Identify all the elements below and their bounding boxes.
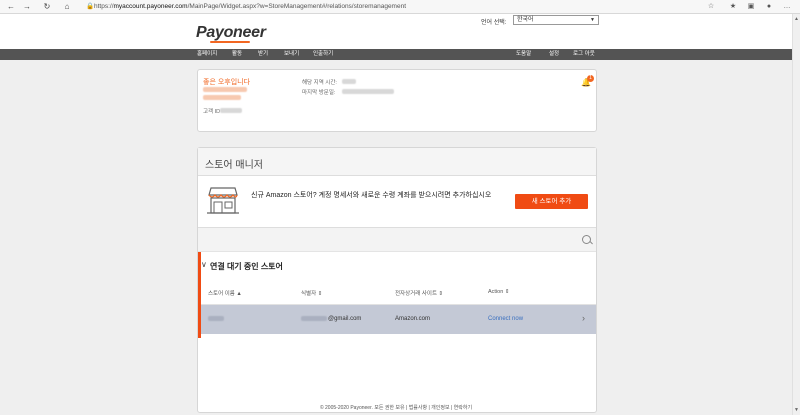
scroll-up-icon[interactable]: ▲	[794, 16, 799, 22]
nav-help[interactable]: 도움말	[516, 49, 531, 60]
favorites-icon[interactable]: ★	[728, 2, 738, 12]
home-icon[interactable]: ⌂	[62, 2, 72, 12]
identifier-redacted	[301, 316, 327, 321]
last-visit-redacted	[342, 89, 394, 94]
language-value: 한국어	[517, 17, 534, 23]
forward-icon[interactable]: →	[22, 2, 32, 12]
scroll-down-icon[interactable]: ▼	[794, 407, 799, 413]
greeting: 좋은 오후입니다	[203, 79, 251, 86]
logo-swoosh	[210, 41, 250, 43]
nav-settings[interactable]: 설정	[549, 49, 559, 60]
store-manager-title: 스토어 매니저	[205, 160, 263, 171]
store-manager-header: 스토어 매니저	[198, 148, 596, 176]
notification-badge: 1	[587, 75, 594, 82]
marketplace-cell: Amazon.com	[395, 316, 431, 322]
address-bar[interactable]: 🔒https://myaccount.payoneer.com/MainPage…	[86, 1, 706, 13]
store-name-redacted	[208, 316, 224, 321]
url-domain: myaccount.payoneer.com	[113, 3, 188, 10]
column-store-name[interactable]: 스토어 이름 ▲	[208, 289, 242, 297]
column-marketplace[interactable]: 전자상거래 사이트 ⇕	[395, 289, 443, 297]
chevron-down-icon[interactable]: ∨	[201, 260, 207, 269]
add-new-store-button[interactable]: 새 스토어 추가	[515, 194, 588, 209]
browser-toolbar: ← → ↻ ⌂ 🔒https://myaccount.payoneer.com/…	[0, 0, 800, 14]
promo-text: 신규 Amazon 스토어? 계정 명세서와 새로운 수령 계좌를 받으시려면 …	[251, 192, 492, 199]
language-select[interactable]: 한국어 ▼	[513, 15, 599, 25]
chevron-right-icon[interactable]: ›	[582, 313, 585, 323]
more-menu-icon[interactable]: …	[782, 2, 792, 12]
nav-logout[interactable]: 로그 아웃	[573, 49, 595, 60]
url-prefix: https://	[94, 3, 114, 10]
footer: © 2005-2020 Payoneer. 모든 권한 보유 | 법률사항 | …	[319, 405, 473, 411]
time-zone-label: 해당 지역 시간:	[302, 80, 337, 86]
column-action[interactable]: Action ⇕	[488, 289, 509, 295]
connect-now-link[interactable]: Connect now	[488, 316, 523, 322]
last-visit-label: 마지막 방문일:	[302, 90, 336, 96]
account-summary-card: 좋은 오후입니다 고객 ID 해당 지역 시간: 마지막 방문일: 🔔 1	[197, 69, 597, 132]
favorite-star-icon[interactable]: ☆	[706, 2, 716, 12]
customer-id-redacted	[220, 108, 242, 113]
back-icon[interactable]: ←	[6, 2, 16, 12]
pending-stores-title[interactable]: 연결 대기 중인 스토어	[210, 261, 283, 272]
storefront-icon	[207, 187, 239, 214]
site-header: Payoneer 언어 선택: 한국어 ▼	[0, 14, 792, 49]
nav-activity[interactable]: 활동	[232, 49, 242, 60]
account-name-redacted	[203, 87, 247, 92]
payoneer-logo[interactable]: Payoneer	[196, 24, 266, 42]
table-row[interactable]: @gmail.com Amazon.com Connect now ›	[201, 305, 596, 334]
collections-icon[interactable]: ▣	[746, 2, 756, 12]
time-zone-redacted	[342, 79, 356, 84]
account-email-redacted	[203, 95, 241, 100]
refresh-icon[interactable]: ↻	[42, 2, 52, 12]
language-label: 언어 선택:	[481, 20, 507, 26]
chevron-down-icon: ▼	[590, 17, 595, 23]
nav-home[interactable]: 홈페이지	[197, 49, 217, 60]
url-path: /MainPage/Widget.aspx?w=StoreManagement#…	[187, 3, 407, 10]
search-icon[interactable]	[582, 235, 591, 244]
page: Payoneer 언어 선택: 한국어 ▼ 홈페이지 활동 받기 보내기 인출하…	[0, 14, 800, 415]
main-nav: 홈페이지 활동 받기 보내기 인출하기 도움말 설정 로그 아웃	[0, 49, 792, 60]
search-bar	[198, 228, 596, 252]
nav-send[interactable]: 보내기	[284, 49, 299, 60]
lock-icon: 🔒	[86, 3, 95, 10]
column-identifier[interactable]: 식별자 ⇕	[301, 289, 322, 297]
nav-receive[interactable]: 받기	[258, 49, 268, 60]
pending-stores-section: ∨ 연결 대기 중인 스토어 스토어 이름 ▲ 식별자 ⇕ 전자상거래 사이트 …	[198, 252, 596, 338]
page-scrollbar[interactable]: ▲ ▼	[792, 14, 800, 415]
customer-id-label: 고객 ID	[203, 109, 221, 115]
new-store-promo: 신규 Amazon 스토어? 계정 명세서와 새로운 수령 계좌를 받으시려면 …	[198, 176, 596, 228]
profile-icon[interactable]: ●	[764, 2, 774, 12]
nav-withdraw[interactable]: 인출하기	[313, 49, 333, 60]
identifier-cell: @gmail.com	[328, 316, 362, 322]
store-manager-panel: 스토어 매니저 신규 Amazon 스토어? 계정 명세서와 새로운 수령 계좌…	[197, 147, 597, 413]
